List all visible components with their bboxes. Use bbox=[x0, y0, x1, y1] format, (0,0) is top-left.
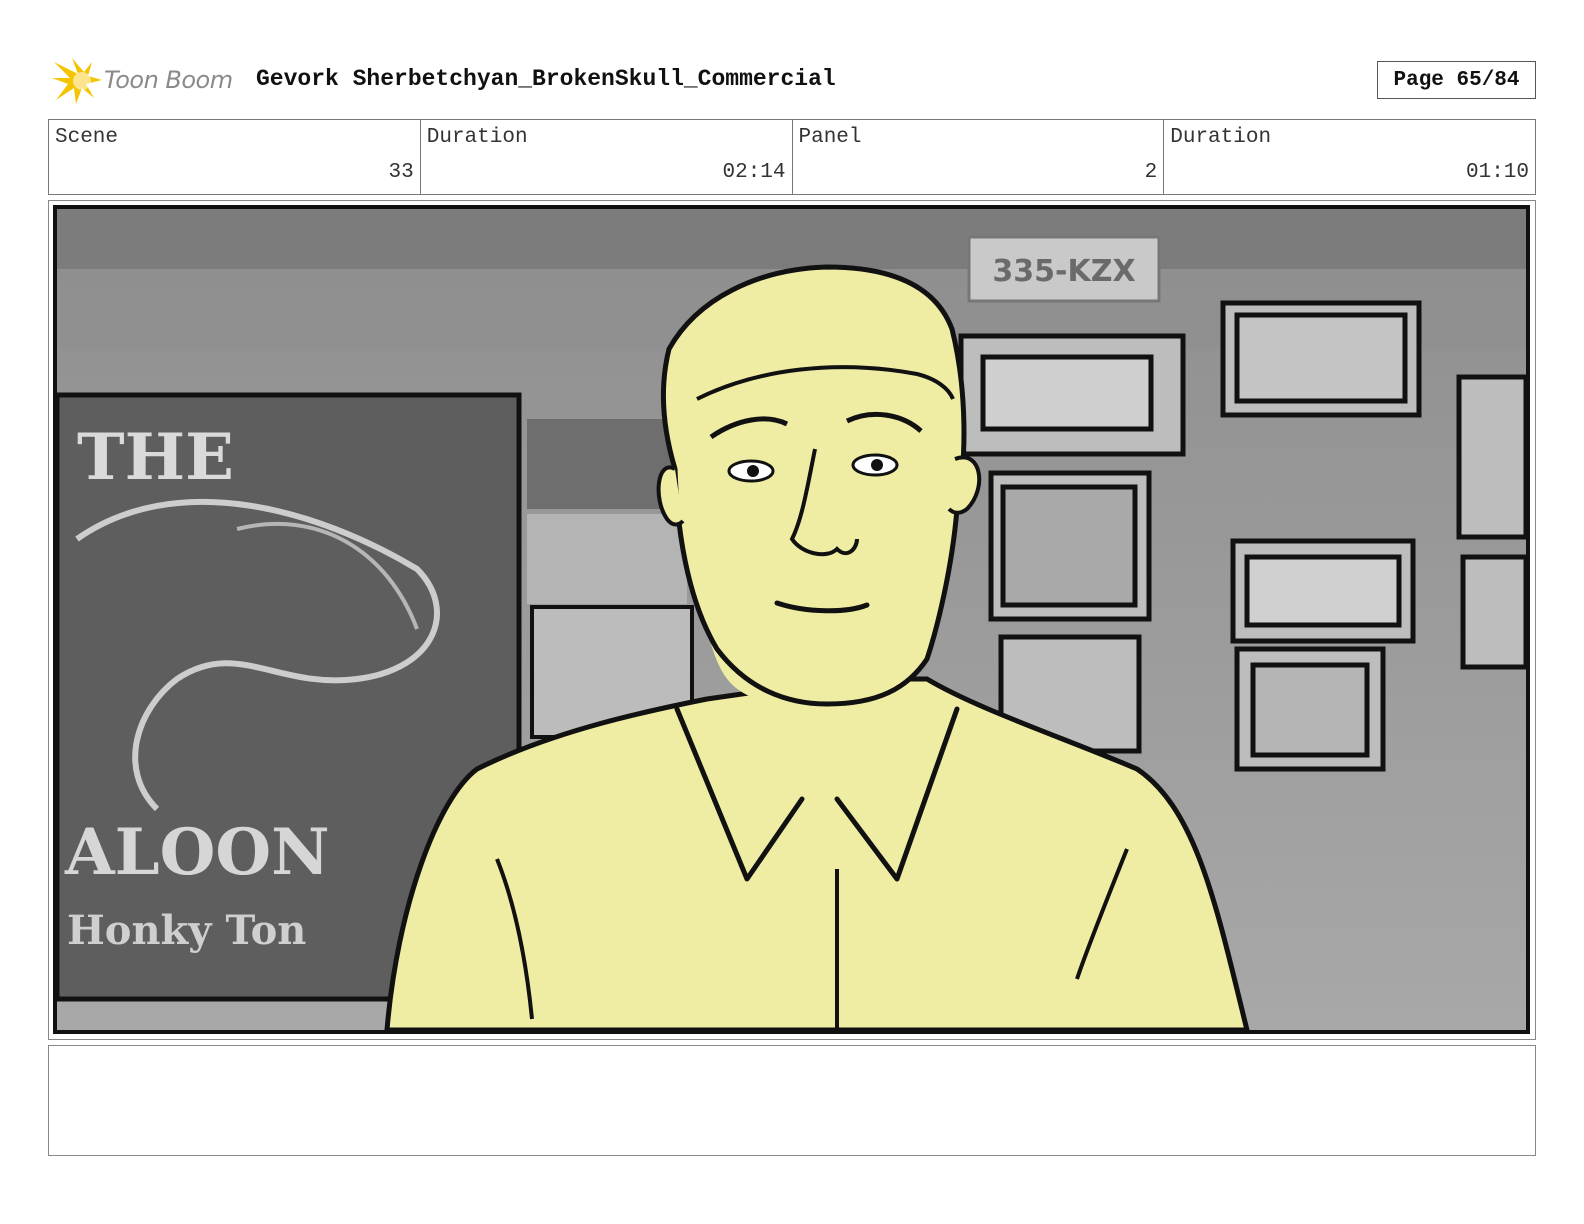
head bbox=[660, 264, 967, 707]
caption-box bbox=[48, 1045, 1536, 1156]
scene-duration-value: 02:14 bbox=[722, 161, 786, 184]
storyboard-info-row: Scene 33 Duration 02:14 Panel 2 Duration… bbox=[48, 119, 1536, 195]
panel-value: 2 bbox=[1144, 161, 1158, 184]
sign-text-top: THE bbox=[77, 420, 234, 495]
license-plate: 335-KZX bbox=[967, 235, 1161, 303]
toon-boom-logo: Toon Boom bbox=[52, 56, 242, 106]
panel-duration-label: Duration bbox=[1170, 126, 1272, 149]
scene-duration-label: Duration bbox=[426, 126, 528, 149]
project-title: Gevork Sherbetchyan_BrokenSkull_Commerci… bbox=[256, 66, 836, 92]
poster bbox=[527, 514, 687, 604]
sign-text-mid: ALOON bbox=[64, 815, 330, 890]
logo-text: Toon Boom bbox=[104, 66, 233, 94]
scene-value: 33 bbox=[388, 161, 414, 184]
starburst-icon bbox=[52, 58, 102, 104]
panel-frame: 335-KZX THE ALOON Honky Ton bbox=[48, 200, 1536, 1040]
scene-label: Scene bbox=[55, 126, 119, 149]
panel-cell: Panel 2 bbox=[793, 120, 1165, 194]
plate-text: 335-KZX bbox=[992, 254, 1135, 289]
ceiling-shadow bbox=[57, 209, 1526, 269]
scene-cell: Scene 33 bbox=[49, 120, 421, 194]
scene-duration-cell: Duration 02:14 bbox=[421, 120, 793, 194]
storyboard-drawing: 335-KZX THE ALOON Honky Ton bbox=[57, 209, 1526, 1030]
page-indicator: Page 65/84 bbox=[1377, 61, 1536, 99]
sign-text-bottom: Honky Ton bbox=[67, 907, 306, 954]
panel-label: Panel bbox=[798, 126, 862, 149]
panel-image: 335-KZX THE ALOON Honky Ton bbox=[53, 205, 1530, 1034]
panel-duration-value: 01:10 bbox=[1465, 161, 1529, 184]
panel-duration-cell: Duration 01:10 bbox=[1164, 120, 1535, 194]
